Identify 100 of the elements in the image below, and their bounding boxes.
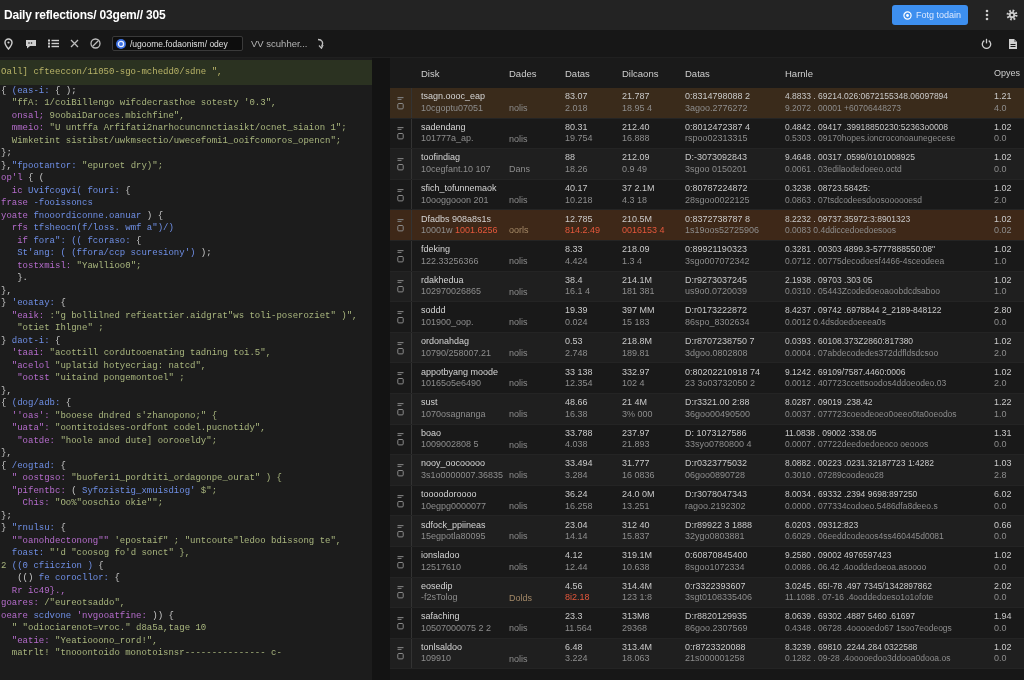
row-marker-icon bbox=[397, 646, 404, 661]
table-cell: 80.31 19.754 bbox=[565, 121, 593, 145]
code-line: 2 ((0 cfiiczion ) { bbox=[0, 559, 105, 572]
table-cell: 1.02 0.0 bbox=[994, 550, 1012, 574]
code-line: } "rnulsu: { bbox=[0, 522, 67, 535]
table-cell: sfich_tofunnemaok 10ooggooon 201 bbox=[421, 183, 497, 207]
table-cell: 21.787 18.95 4 bbox=[622, 91, 653, 115]
table-cell: fdeking 122.33256366 bbox=[421, 244, 479, 268]
more-icon[interactable] bbox=[985, 9, 989, 21]
table-row[interactable]: sadendang 101777a_ap. nolis 80.31 19.754 212.40 16.888 0:8012472387 4 rspoo02313315 0.4842 . 09417 .39918850230:52363o0008 0.5303 . 09170hopes.ioncroconoaunegecese 1.02 0.0 bbox=[390, 118, 1024, 150]
list-icon[interactable] bbox=[48, 39, 59, 48]
address-field[interactable]: /ugoome.fodaonism/ odey bbox=[112, 36, 243, 51]
table-cell-text: nolis bbox=[509, 133, 528, 146]
code-line: "ootst "uitaind pongemontoel" ; bbox=[16, 372, 186, 385]
power-icon[interactable] bbox=[981, 38, 992, 49]
table-cell: toooodoroooo 10egpg0000077 bbox=[421, 489, 487, 512]
table-cell: 33 138 12.354 bbox=[565, 366, 593, 390]
table-row[interactable]: rdakhedua 102970026865 nolis 38.4 16.1 4 214.1M 181 381 D:r9273037245 us9o0.0720039 2.1938 . 09703 .303 05 0.0310 . 05443Zcodedoeoaoobdcdsaboo 1.02 1.0 bbox=[390, 271, 1024, 303]
search-link[interactable]: VV scuhher... bbox=[251, 38, 308, 49]
table-row[interactable]: safaching 10507000075 2 2 nolis 23.3 11.564 313M8 29368 D:r8820129935 86goo.2307569 8.0639 . 69302 .4887 5460 .61697 0.4348 . 06728 .4ooooedo67 1soo7eodeogs 1.94 0.0 bbox=[390, 608, 1024, 639]
table-cell: 1.02 1.0 bbox=[994, 274, 1012, 298]
table-cell: 4.12 12.44 bbox=[565, 550, 588, 574]
table-cell-text: nolis bbox=[509, 409, 528, 422]
table-cell: 40.17 10.218 bbox=[565, 183, 593, 207]
table-row[interactable]: fdeking 122.33256366 nolis 8.33 4.424 218.09 1.3 4 0:89921190323 3sgo007072342 0.3281 . 00303 4899.3-5777888550:08" 0.0712 . 00775decodoesf4466-4sceodeea 1.02 1.0 bbox=[390, 240, 1024, 272]
table-row[interactable]: appotbyang moode 10165o5e6490 nolis 33 138 12.354 332.97 102 4 0:80202210918 74 23 3o03732050 2 9.1242 . 69109/7587.4460:0006 0.0012 . 407723ccettsoodos4ddoeodeo.03 1.02 2.0 bbox=[390, 363, 1024, 394]
document-icon[interactable] bbox=[1008, 37, 1018, 50]
row-marker-icon bbox=[397, 401, 404, 416]
table-row[interactable]: eosedip -f2sTolog Dolds 4.56 8i2.18 314.4M 123 1:8 0:r3322393607 3sgt0108335406 3.0245 . 65!-78 .497 7345/1342897862 11.1088 . 07-16 .4ooddedoeso1o1ofote 2.02 0.0 bbox=[390, 577, 1024, 609]
table-cell: D:r0173222872 86spo_8302634 bbox=[685, 305, 750, 329]
table-cell: 2.80 0.0 bbox=[994, 305, 1012, 329]
table-cell: 1.02 0.0 bbox=[994, 121, 1012, 145]
table-cell: 332.97 102 4 bbox=[622, 366, 650, 390]
chat-bubble-icon[interactable] bbox=[25, 38, 37, 49]
table-row[interactable]: sfich_tofunnemaok 10ooggooon 201 nolis 40.17 10.218 37 2.1M 4.3 18 0:80787224872 28sgoo0022125 0.3238 . 08723.58425: 0.0863 . 07tsdcodeesdoosoooooesd 1.02 2.0 bbox=[390, 179, 1024, 211]
curved-arrow-icon[interactable] bbox=[315, 38, 325, 49]
table-row[interactable]: sust 1070osagnanga nolis 48.66 16.38 21 4M 3% 000 D:r3321.00 2:88 36goo00490500 8.0287 . 09019 .238.42 0.0037 . 077723coeodeoeo0oeeo0ta0oeodos 1.22 1.0 bbox=[390, 393, 1024, 425]
table-cell-text: nolis bbox=[509, 623, 528, 636]
table-cell: 218.09 1.3 4 bbox=[622, 244, 650, 268]
column-header[interactable]: Harnle bbox=[785, 67, 813, 79]
table-cell: 2.02 0.0 bbox=[994, 580, 1012, 604]
table-row[interactable]: toofindiag 10cegfant.10 107 Dans 88 18.26 212.09 0.9 49 D:-3073092843 3sgoo 0150201 9.4648 . 00317 .0599/0101008925 0.0061 . 03edilaodedoeeo.octd 1.02 0.0 bbox=[390, 149, 1024, 180]
code-line: }; bbox=[0, 509, 13, 522]
code-line: St'ang: ( (ffora/ccp scuresiony') ); bbox=[16, 247, 213, 260]
table-row[interactable]: boao 1009002808 5 nolis 33.788 4.038 237.97 21.893 D: 1073127586 33syo0780800 4 11.0838 . 09002 :338.05 0.0007 . 07722deedoedoeoco oeooos 1.31 0.0 bbox=[390, 424, 1024, 456]
table-cell: 1.22 1.0 bbox=[994, 397, 1012, 421]
close-icon[interactable] bbox=[70, 39, 79, 48]
table-cell: 9.1242 . 69109/7587.4460:0006 0.0012 . 407723ccettsoodos4ddoeodeo.03 bbox=[785, 366, 947, 390]
column-header[interactable]: Dades bbox=[509, 67, 537, 79]
table-cell: 1.31 0.0 bbox=[994, 427, 1012, 451]
table-cell: 0.53 2.748 bbox=[565, 336, 588, 360]
table-cell: 1.02 2.0 bbox=[994, 183, 1012, 207]
row-marker-icon bbox=[397, 126, 404, 141]
code-line: matrlt! "tnooontoido monotoisnsr--------------- c- bbox=[10, 647, 283, 660]
table-row[interactable]: sdfock_ppiineas 15egpotla80095 nolis 23.04 14.14 312 40 15.837 D:r89922 3 1888 32ygo0803881 6.0203 . 09312:823 0.6029 . 06eeddcodeoos4ss460445d0081 0.66 0.0 bbox=[390, 516, 1024, 547]
table-row[interactable]: soddd 101900_oop. nolis 19.39 0.024 397 MM 15 183 D:r0173222872 86spo_8302634 8.4237 . 09742 .6978844 2_2189-848122 0.0012 0.4dsdoedoeeea0s 2.80 0.0 bbox=[390, 302, 1024, 333]
table-cell: sust 1070osagnanga bbox=[421, 397, 486, 421]
column-header[interactable]: Datas bbox=[565, 67, 590, 79]
table-cell-text: nolis bbox=[509, 500, 528, 513]
table-cell: 0.3281 . 00303 4899.3-5777888550:08" 0.0712 . 00775decodoesf4466-4sceodeea bbox=[785, 244, 945, 268]
table-cell: sdfock_ppiineas 15egpotla80095 bbox=[421, 519, 486, 543]
table-row[interactable]: nooy_oocooooo 3s1o0000007.36835 nolis 33.494 3.284 31.777 16 0836 D:r0323775032 06goo0890728 8.0882 . 00223 .0231.32187723 1:4282 0.3010 . 07289coodeoo28 1.03 2.8 bbox=[390, 455, 1024, 486]
table-row[interactable]: Dfadbs 908a8s1s 10001w 1001.6256 oorls 12.785 814.2.49 210.5M 0016153 4 0:8372738787 8 1s19oos52725906 8.2232 . 09737.35972:3:8901323 0.0083 0.4ddiccedoedoesoos 1.02 0.02 bbox=[390, 210, 1024, 241]
table-cell-text: nolis bbox=[509, 194, 528, 207]
table-cell-text: nolis bbox=[509, 378, 528, 391]
map-pin-icon[interactable] bbox=[3, 37, 14, 50]
table-cell: 312 40 15.837 bbox=[622, 519, 650, 543]
table-cell: 313.4M 18.063 bbox=[622, 642, 653, 665]
table-cell: D: 1073127586 33syo0780800 4 bbox=[685, 427, 752, 451]
row-marker-icon bbox=[397, 309, 404, 324]
column-header[interactable]: Opyes bbox=[994, 68, 1020, 78]
table-row[interactable]: ordonahdag 10790/258007.21 nolis 0.53 2.748 218.8M 189.81 D:r8707238750 7 3dgoo.0802808 0.0393 . 60108.373Z2860:817380 0.0004 . 07abdecodedes372ddfldsdcsoo 1.02 2.0 bbox=[390, 332, 1024, 364]
table-row[interactable]: toooodoroooo 10egpg0000077 nolis 36.24 16.258 24.0 0M 13.251 D:r3078047343 ragoo.2192302 8.0034 . 69332 .2394 9698:897250 0.0000 . 077334codoeo.5486dfa8deeo.s 6.02 0.0 bbox=[390, 485, 1024, 517]
table-row[interactable]: ionsladoo 12517610 nolis 4.12 12.44 319.1M 10.638 0:60870845400 8sgoo1072334 9.2580 . 09002 4976597423 0.0086 . 06.42 .4ooddedoeoa.asoooo 1.02 0.0 bbox=[390, 546, 1024, 578]
table-cell: 3.0245 . 65!-78 .497 7345/1342897862 11.1088 . 07-16 .4ooddedoeso1o1ofote bbox=[785, 580, 934, 604]
table-cell: 8.0287 . 09019 .238.42 0.0037 . 077723coeodeoeo0oeeo0ta0oeodos bbox=[785, 397, 957, 421]
code-line: { (dog/adb: { bbox=[0, 397, 73, 410]
table-cell: 9.4648 . 00317 .0599/0101008925 0.0061 . 03edilaodedoeeo.octd bbox=[785, 152, 915, 176]
table-cell: 214.1M 181 381 bbox=[622, 274, 655, 298]
table-cell: 36.24 16.258 bbox=[565, 489, 593, 512]
column-header[interactable]: Disk bbox=[412, 67, 440, 79]
table-cell: nooy_oocooooo 3s1o0000007.36835 bbox=[421, 458, 504, 482]
code-line: }, bbox=[0, 284, 13, 297]
table-row[interactable]: tsagn.oooc_eap 10cgoptu07051 nolis 83.07 2.018 21.787 18.95 4 0:8314798088 2 3agoo.2776272 4.8833 . 69214.026:0672155348.06097894 9.2072 . 00001 +60706448273 1.21 4.0 bbox=[390, 88, 1024, 119]
table-cell: 1.21 4.0 bbox=[994, 91, 1012, 115]
table-cell: eosedip -f2sTolog bbox=[421, 580, 458, 604]
column-header[interactable]: Dilcaons bbox=[622, 67, 659, 79]
table-cell: 0:80787224872 28sgoo0022125 bbox=[685, 183, 750, 207]
settings-icon[interactable] bbox=[1006, 9, 1018, 21]
slash-circle-icon[interactable] bbox=[90, 38, 101, 49]
row-marker-icon bbox=[397, 218, 404, 233]
table-cell-text: nolis bbox=[509, 103, 528, 116]
table-cell: 1.94 0.0 bbox=[994, 611, 1012, 635]
table-cell: 2.1938 . 09703 .303 05 0.0310 . 05443Zcodedoeoaoobdcdsaboo bbox=[785, 274, 941, 298]
row-marker-icon bbox=[397, 493, 404, 508]
code-line: { (eas-i: { ); bbox=[0, 84, 78, 97]
code-line: }. bbox=[16, 272, 29, 285]
table-row[interactable]: tonlsaldoo 109910 nolis 6.48 3.224 313.4M 18.063 0:r8723320088 21s000001258 8.3239 . 69810 .2244.284 0322588 0.1282 . 09-28 .4ooooedoo3ddooa0dooa.os 1.02 0.0 bbox=[390, 638, 1024, 670]
column-header[interactable]: Datas bbox=[685, 67, 710, 79]
code-line: 'taai: "acottill cordutooenating tadning toi.5", bbox=[10, 347, 273, 360]
